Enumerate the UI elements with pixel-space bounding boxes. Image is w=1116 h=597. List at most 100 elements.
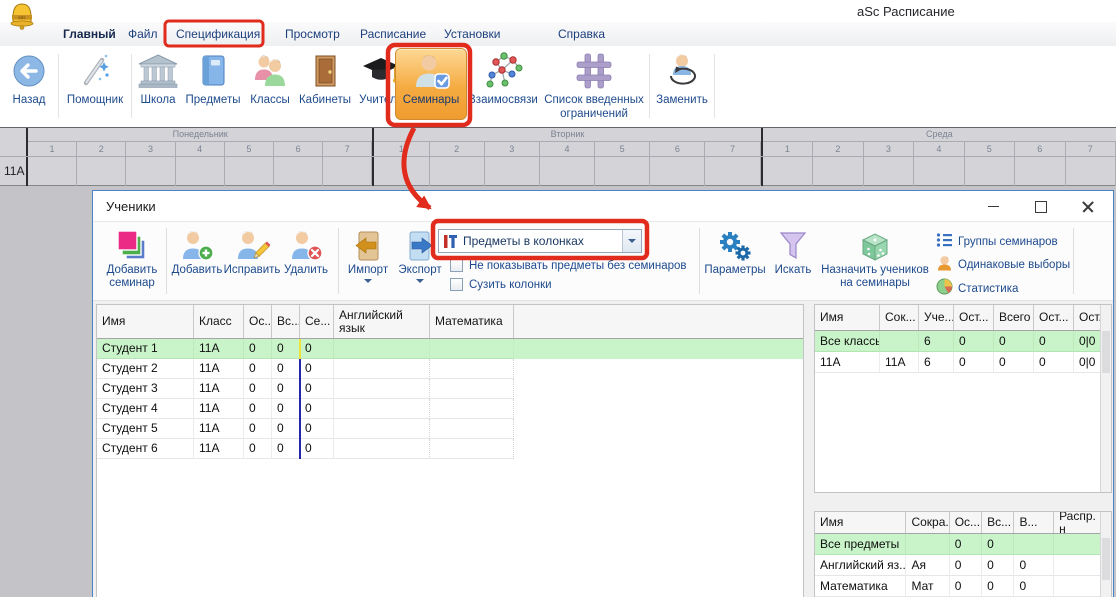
delete-student-button[interactable]: Удалить [280, 228, 332, 277]
subject-summary-row-selected[interactable]: Все предметы00 [815, 534, 1111, 555]
menu-item-main[interactable]: Главный [63, 27, 116, 41]
chevron-down-icon [628, 239, 636, 243]
timetable-cell[interactable] [225, 157, 274, 186]
menu-item-specification[interactable]: Спецификация [176, 27, 260, 41]
hide-subjects-checkbox-row: Не показывать предметы без семинаров [450, 259, 687, 272]
rooms-button[interactable]: Кабинеты [296, 49, 354, 125]
subjects-button[interactable]: Предметы [183, 49, 243, 125]
timetable-cell[interactable] [126, 157, 175, 186]
timetable-cell[interactable] [274, 157, 323, 186]
gears-icon [717, 228, 753, 264]
relations-button[interactable]: Взаимосвязи [467, 49, 539, 125]
student-row[interactable]: Студент 511А000 [97, 419, 803, 439]
edit-student-button[interactable]: Исправить [225, 228, 279, 277]
menu-item-view[interactable]: Просмотр [285, 27, 340, 41]
back-button[interactable]: Назад [4, 49, 54, 125]
student-row[interactable]: Студент 211А000 [97, 359, 803, 379]
timetable-cell[interactable] [430, 157, 485, 186]
menu-item-help[interactable]: Справка [558, 27, 605, 41]
maximize-button[interactable] [1017, 191, 1064, 222]
timetable-cell[interactable] [1015, 157, 1065, 186]
add-student-button[interactable]: Добавить [170, 228, 224, 277]
class-row-label[interactable]: 11А [0, 157, 28, 186]
period-header: 2 [430, 142, 485, 157]
seminars-button-active[interactable]: Семинары [395, 48, 467, 120]
classes-button[interactable]: Классы [245, 49, 295, 125]
timetable-cell[interactable] [705, 157, 760, 186]
constraints-label-line1: Список введенных [544, 94, 644, 107]
same-choices-button[interactable]: Одинаковые выборы [936, 255, 1070, 276]
hide-subjects-label: Не показывать предметы без семинаров [469, 260, 687, 272]
column-header: Вс... [982, 512, 1014, 533]
period-header: 4 [540, 142, 595, 157]
subject-summary-row[interactable]: МатематикаМат000 [815, 576, 1111, 597]
timetable-cell[interactable] [176, 157, 225, 186]
subjects-summary-panel: Имя Сокра... Ос... Вс... В... Распр. в н… [814, 511, 1112, 597]
timetable-cell[interactable] [763, 157, 813, 186]
columns-mode-combobox[interactable]: Предметы в колонках [438, 229, 642, 253]
import-dropdown-arrow[interactable] [364, 279, 372, 283]
timetable-cell[interactable] [77, 157, 126, 186]
student-row-selected[interactable]: Студент 111А000 [97, 339, 803, 359]
relations-label: Взаимосвязи [468, 94, 538, 107]
timetable-cell[interactable] [650, 157, 705, 186]
period-header: 3 [126, 142, 175, 157]
assistant-button[interactable]: Помощник [62, 49, 128, 125]
substitute-label: Заменить [656, 94, 708, 107]
timetable-cell[interactable] [595, 157, 650, 186]
day-header: Вторник [374, 128, 760, 142]
combo-dropdown-arrow[interactable] [622, 230, 641, 252]
dice-icon [856, 228, 894, 264]
vertical-scrollbar[interactable] [1100, 305, 1111, 492]
timetable-cell[interactable] [914, 157, 964, 186]
column-header: Математика [430, 305, 514, 338]
student-row[interactable]: Студент 611А000 [97, 439, 803, 459]
parameters-button[interactable]: Параметры [704, 228, 766, 277]
timetable-cell[interactable] [540, 157, 595, 186]
substitute-button[interactable]: Заменить [654, 49, 710, 125]
timetable-cell[interactable] [965, 157, 1015, 186]
menu-bar: Главный Файл Спецификация Просмотр Распи… [0, 22, 1116, 46]
menu-item-file[interactable]: Файл [128, 27, 158, 41]
app-title: aSc Расписание [857, 4, 955, 19]
dialog-titlebar[interactable]: Ученики [93, 191, 1113, 222]
student-row[interactable]: Студент 311А000 [97, 379, 803, 399]
vertical-scrollbar[interactable] [1100, 512, 1111, 597]
export-button[interactable]: Экспорт [396, 228, 444, 283]
student-row[interactable]: Студент 411А000 [97, 399, 803, 419]
timetable-cell[interactable] [485, 157, 540, 186]
timetable-cell[interactable] [323, 157, 372, 186]
minimize-button[interactable] [970, 191, 1017, 222]
timetable-cell[interactable] [28, 157, 77, 186]
constraints-list-button[interactable]: Список введенных ограничений [541, 49, 647, 125]
toolbar-separator [166, 228, 167, 294]
hide-subjects-checkbox[interactable] [450, 259, 463, 272]
school-button[interactable]: Школа [135, 49, 181, 125]
class-summary-row[interactable]: 11А11А60000|0 [815, 352, 1111, 373]
menu-item-settings[interactable]: Установки [444, 27, 500, 41]
narrow-columns-checkbox[interactable] [450, 278, 463, 291]
column-header: Ос... [950, 512, 982, 533]
scrollbar-thumb[interactable] [1102, 331, 1110, 373]
period-header: 7 [705, 142, 760, 157]
class-summary-row-selected[interactable]: Все классы60000|0 [815, 331, 1111, 352]
import-button[interactable]: Импорт [344, 228, 392, 283]
export-dropdown-arrow[interactable] [416, 279, 424, 283]
period-header: 2 [77, 142, 126, 157]
timetable-cell[interactable] [864, 157, 914, 186]
timetable-cell[interactable] [1066, 157, 1116, 186]
timetable-cell[interactable] [374, 157, 429, 186]
subject-summary-row[interactable]: Английский яз...Ая000 [815, 555, 1111, 576]
seminar-groups-button[interactable]: Группы семинаров [936, 232, 1058, 252]
timetable-cell[interactable] [813, 157, 863, 186]
assign-students-button[interactable]: Назначить учеников на семинары [816, 228, 934, 290]
statistics-button[interactable]: Статистика [936, 278, 1018, 300]
search-button[interactable]: Искать [770, 228, 816, 277]
seminars-label: Семинары [403, 94, 459, 107]
scrollbar-thumb[interactable] [1102, 538, 1110, 580]
close-button[interactable] [1064, 191, 1111, 222]
add-seminar-label-line2: семинар [109, 277, 155, 290]
menu-item-timetable[interactable]: Расписание [360, 27, 426, 41]
add-seminar-button[interactable]: Добавить семинар [101, 228, 163, 290]
toolbar-separator [714, 54, 715, 118]
